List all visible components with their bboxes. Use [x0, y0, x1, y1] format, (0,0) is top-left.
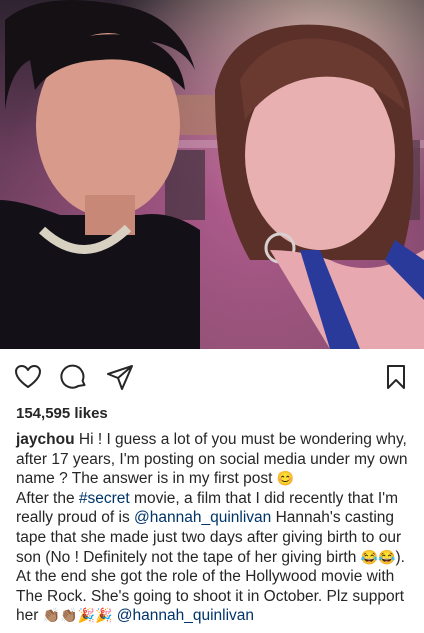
selfie-image — [0, 0, 424, 349]
heart-icon[interactable] — [14, 363, 42, 391]
paper-plane-icon[interactable] — [106, 363, 134, 391]
mention-link-1[interactable]: @hannah_quinlivan — [134, 509, 271, 526]
comment-bubble-icon[interactable] — [60, 363, 88, 391]
smile-emoji: 😊 — [276, 470, 295, 487]
caption-paragraph-2: After the #secret movie, a film that I d… — [16, 489, 416, 567]
mention-link-2[interactable]: @hannah_quinlivan — [117, 607, 254, 624]
clap-emoji: 👏🏽👏🏽🎉🎉 — [42, 607, 113, 624]
laugh-emoji: 😂😂 — [360, 548, 396, 565]
hashtag-link[interactable]: #secret — [79, 490, 130, 507]
post-caption: jaychou Hi ! I guess a lot of you must b… — [16, 430, 416, 626]
caption-paragraph-1: jaychou Hi ! I guess a lot of you must b… — [16, 430, 416, 489]
caption-text-1: Hi ! I guess a lot of you must be wonder… — [16, 431, 408, 488]
like-count[interactable]: 154,595 likes — [16, 405, 108, 422]
username[interactable]: jaychou — [16, 431, 75, 448]
post-actions-bar — [0, 349, 424, 401]
caption-text-2a: After the — [16, 489, 79, 507]
caption-paragraph-3: At the end she got the role of the Holly… — [16, 567, 416, 626]
caption-text-2d: ). — [395, 548, 405, 566]
post-photo[interactable] — [0, 0, 424, 349]
bookmark-icon[interactable] — [382, 363, 410, 391]
